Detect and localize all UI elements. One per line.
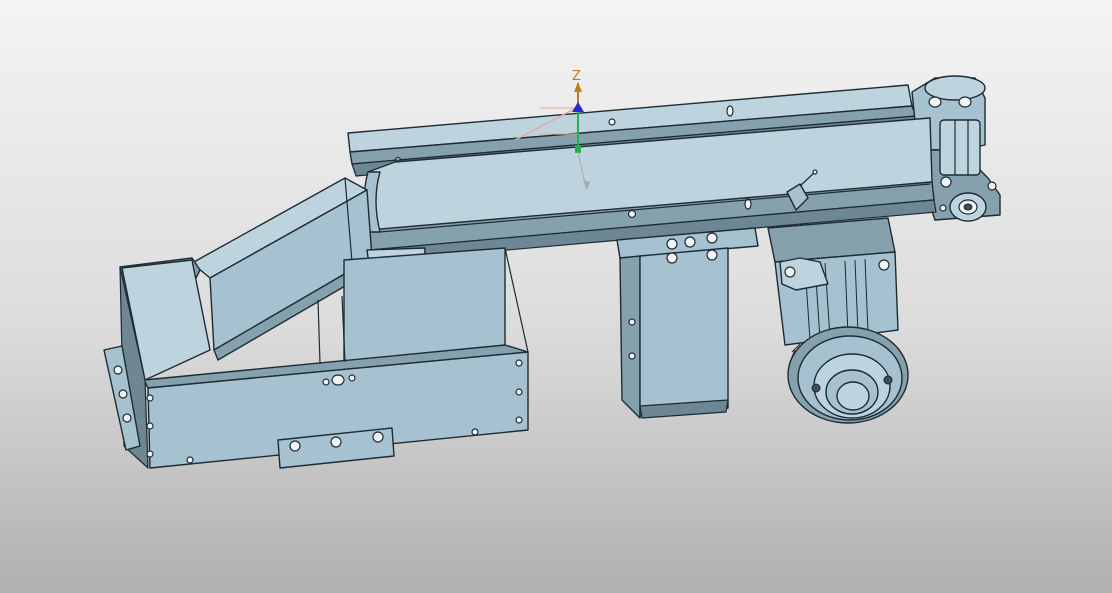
y-axis-handle[interactable] xyxy=(575,145,581,153)
gear-motor[interactable] xyxy=(767,217,909,424)
center-support-column[interactable] xyxy=(616,227,759,419)
triad-origin-icon[interactable] xyxy=(572,102,584,112)
3d-viewport[interactable]: Z xyxy=(0,0,1112,593)
z-axis-label: Z xyxy=(572,69,581,84)
conveyor-assembly-model[interactable]: Z xyxy=(0,0,1112,593)
